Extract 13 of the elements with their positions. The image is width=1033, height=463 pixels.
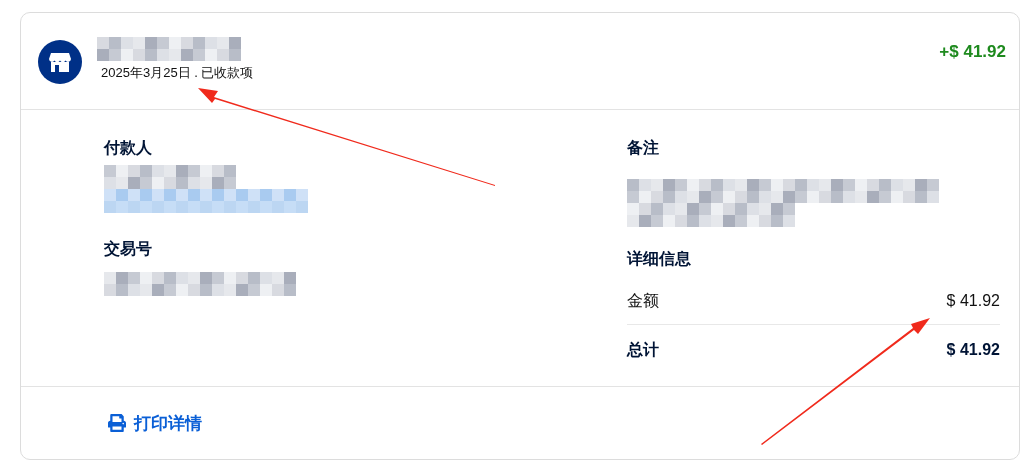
transaction-date-status: 2025年3月25日 . 已收款项 (100, 64, 255, 82)
print-details-link[interactable]: 打印详情 (108, 411, 202, 435)
detail-label: 总计 (627, 339, 659, 360)
details-title: 详细信息 (627, 249, 692, 269)
received-amount: +$ 41.92 (939, 42, 1006, 62)
transaction-id-label: 交易号 (104, 239, 153, 259)
detail-value: $ 41.92 (946, 341, 1000, 359)
printer-icon (108, 414, 126, 432)
storefront-icon (49, 52, 71, 72)
detail-value: $ 41.92 (946, 292, 1000, 310)
note-label: 备注 (627, 138, 660, 158)
payer-label: 付款人 (104, 138, 153, 158)
detail-label: 金额 (627, 290, 659, 311)
